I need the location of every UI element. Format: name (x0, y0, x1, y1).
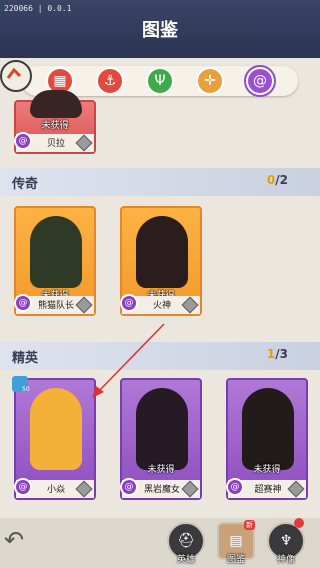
annotation-arrow (92, 323, 165, 398)
notification-dot (294, 518, 304, 528)
new-badge: 新 (244, 520, 255, 530)
nav-codex-label: 图鉴 (226, 555, 245, 565)
nav-statue-label: 神像 (276, 555, 295, 565)
nav-heroes-label: 英雄 (176, 555, 195, 565)
back-arrow-icon[interactable]: ↶ (4, 526, 44, 556)
